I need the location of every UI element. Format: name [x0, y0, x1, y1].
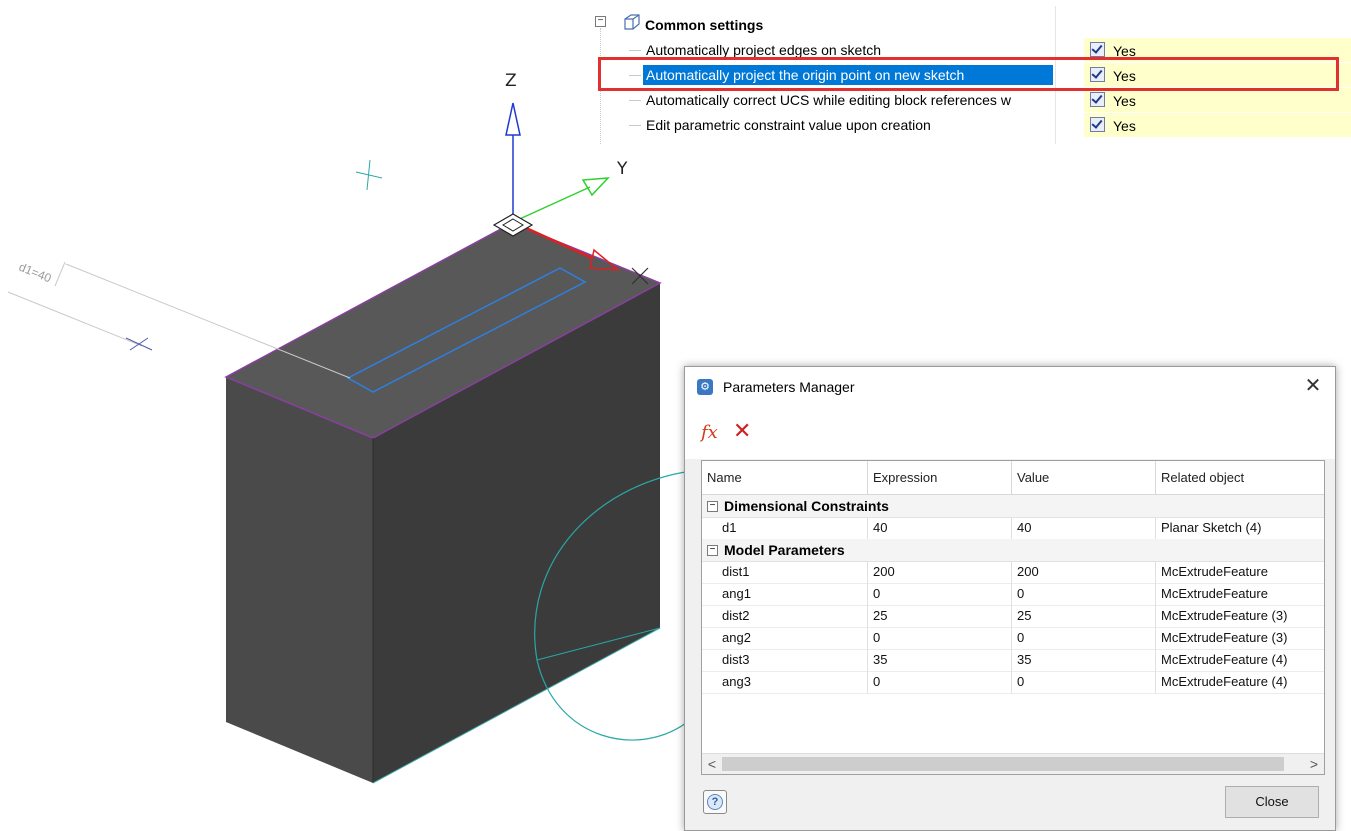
cell-related-object: McExtrudeFeature (3) [1161, 608, 1288, 623]
table-row[interactable]: dist2 25 25 McExtrudeFeature (3) [702, 605, 1324, 628]
delete-parameter-button[interactable]: ✕ [733, 419, 751, 443]
scroll-left-icon[interactable]: < [703, 755, 721, 773]
y-axis-label: Y [616, 159, 628, 179]
dimension-tick [54, 261, 66, 287]
dimension-line [65, 263, 351, 379]
column-header-value[interactable]: Value [1012, 461, 1156, 494]
collapse-toggle[interactable]: − [595, 16, 606, 27]
table-row[interactable]: ang1 0 0 McExtrudeFeature [702, 583, 1324, 606]
setting-label: Edit parametric constraint value upon cr… [646, 117, 931, 133]
setting-value: Yes [1113, 93, 1136, 109]
tree-branch [629, 125, 641, 126]
cell-name: ang1 [702, 583, 868, 605]
cell-expression[interactable]: 200 [868, 561, 1012, 583]
cell-value: 0 [1012, 671, 1156, 693]
cell-value: 35 [1012, 649, 1156, 671]
setting-row[interactable]: Edit parametric constraint value upon cr… [585, 113, 1351, 137]
dimension-label[interactable]: d1=40 [17, 260, 54, 286]
cell-related-object: McExtrudeFeature [1161, 564, 1268, 579]
group-title: Common settings [645, 17, 764, 33]
cell-related-object: McExtrudeFeature (3) [1161, 630, 1288, 645]
dialog-toolbar: fx ✕ [685, 407, 1335, 459]
cell-value: 0 [1012, 627, 1156, 649]
cell-expression[interactable]: 35 [868, 649, 1012, 671]
collapse-toggle[interactable]: − [707, 501, 718, 512]
dialog-title: Parameters Manager [723, 379, 855, 395]
cell-expression[interactable]: 25 [868, 605, 1012, 627]
y-axis-line [512, 186, 591, 223]
setting-value: Yes [1113, 118, 1136, 134]
cell-name: dist2 [702, 605, 868, 627]
cell-expression[interactable]: 0 [868, 671, 1012, 693]
close-button[interactable]: Close [1225, 786, 1319, 818]
setting-label: Automatically correct UCS while editing … [646, 92, 1011, 108]
help-icon: ? [707, 794, 723, 810]
z-axis-arrow [505, 102, 521, 136]
column-header-related-object[interactable]: Related object [1156, 461, 1324, 494]
grid-header: Name Expression Value Related object [702, 461, 1324, 495]
cell-related-object: McExtrudeFeature [1161, 586, 1268, 601]
cross-marker [355, 159, 383, 191]
close-icon[interactable]: ✕ [1301, 374, 1325, 398]
cell-related-object: McExtrudeFeature (4) [1161, 652, 1288, 667]
help-button[interactable]: ? [703, 790, 727, 814]
dialog-titlebar[interactable]: ⚙ Parameters Manager ✕ [685, 367, 1335, 407]
collapse-toggle[interactable]: − [707, 545, 718, 556]
setting-row[interactable]: Automatically correct UCS while editing … [585, 88, 1351, 112]
table-row[interactable]: dist3 35 35 McExtrudeFeature (4) [702, 649, 1324, 672]
fx-icon: fx [701, 422, 718, 443]
parameters-manager-dialog: ⚙ Parameters Manager ✕ fx ✕ Name Express… [684, 366, 1336, 831]
group-row-model[interactable]: − Model Parameters [702, 539, 1324, 562]
z-axis-label: Z [505, 71, 517, 91]
column-header-expression[interactable]: Expression [868, 461, 1012, 494]
scroll-right-icon[interactable]: > [1305, 755, 1323, 773]
group-title: Dimensional Constraints [724, 498, 889, 514]
cell-expression[interactable]: 40 [868, 517, 1012, 539]
y-axis-arrow [581, 177, 610, 197]
add-expression-button[interactable]: fx [701, 422, 718, 443]
cell-name: dist1 [702, 561, 868, 583]
group-title: Model Parameters [724, 542, 845, 558]
horizontal-scrollbar[interactable]: < > [702, 753, 1324, 774]
gear-icon: ⚙ [697, 379, 713, 395]
setting-checkbox[interactable] [1090, 92, 1105, 107]
tree-branch [629, 50, 641, 51]
cell-related-object: McExtrudeFeature (4) [1161, 674, 1288, 689]
cell-related-object: Planar Sketch (4) [1161, 520, 1262, 535]
table-row[interactable]: ang3 0 0 McExtrudeFeature (4) [702, 671, 1324, 694]
cell-name: d1 [702, 517, 868, 539]
cell-value: 40 [1012, 517, 1156, 539]
cross-marker [125, 337, 153, 351]
cube-icon [624, 14, 640, 30]
table-row[interactable]: dist1 200 200 McExtrudeFeature [702, 561, 1324, 584]
table-row[interactable]: d1 40 40 Planar Sketch (4) [702, 517, 1324, 540]
cell-name: ang2 [702, 627, 868, 649]
table-row[interactable]: ang2 0 0 McExtrudeFeature (3) [702, 627, 1324, 650]
group-row-dimensional[interactable]: − Dimensional Constraints [702, 495, 1324, 518]
cell-name: ang3 [702, 671, 868, 693]
delete-icon: ✕ [733, 418, 752, 443]
box-front-face [226, 377, 373, 783]
setting-checkbox[interactable] [1090, 42, 1105, 57]
scrollbar-thumb[interactable] [722, 757, 1284, 771]
cell-expression[interactable]: 0 [868, 627, 1012, 649]
highlight-annotation [598, 57, 1339, 91]
cell-value: 200 [1012, 561, 1156, 583]
dimension-extension [7, 291, 143, 347]
cell-expression[interactable]: 0 [868, 583, 1012, 605]
setting-checkbox[interactable] [1090, 117, 1105, 132]
tree-branch [629, 100, 641, 101]
column-header-name[interactable]: Name [702, 461, 868, 494]
cell-name: dist3 [702, 649, 868, 671]
cell-value: 25 [1012, 605, 1156, 627]
parameters-grid[interactable]: Name Expression Value Related object − D… [701, 460, 1325, 775]
cell-value: 0 [1012, 583, 1156, 605]
